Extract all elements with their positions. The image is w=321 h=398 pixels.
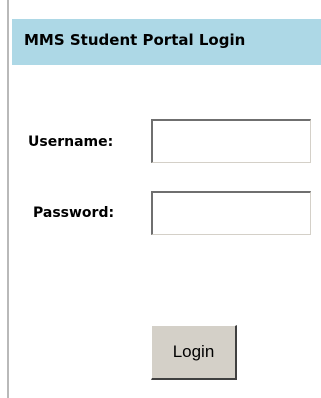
password-label: Password: <box>33 205 115 221</box>
username-label: Username: <box>28 134 114 150</box>
username-input[interactable] <box>151 119 311 163</box>
password-input[interactable] <box>151 191 311 235</box>
portal-title: MMS Student Portal Login <box>24 31 246 49</box>
login-button[interactable]: Login <box>151 325 237 380</box>
